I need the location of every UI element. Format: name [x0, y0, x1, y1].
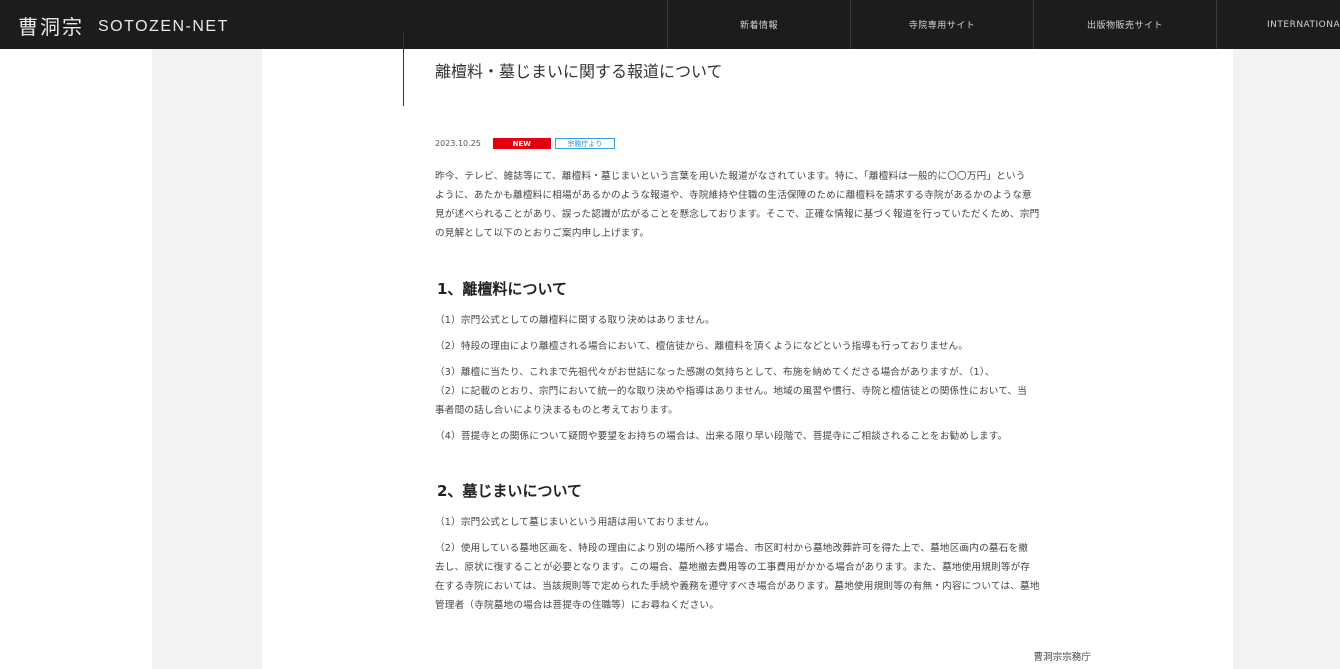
left-margin	[152, 49, 262, 669]
item-line: （3）離檀に当たり、これまで先祖代々がお世話になった感謝の気持ちとして、布施を納…	[435, 367, 995, 378]
nav-news[interactable]: 新着情報	[667, 0, 850, 49]
item-line: 在する寺院においては、当該規則等で定められた手続や義務を遵守すべき場合があります…	[435, 581, 1040, 592]
nav-publication-shop[interactable]: 出版物販売サイト	[1033, 0, 1216, 49]
section1-heading: 1、離檀料について	[437, 280, 567, 298]
left-gutter	[0, 49, 152, 669]
section2-item-2: （2）使用している墓地区画を、特段の理由により別の場所へ移す場合、市区町村から墓…	[435, 539, 1095, 615]
site-header: 曹洞宗 SOTOZEN-NET 新着情報 寺院専用サイト 出版物販売サイト IN…	[0, 0, 1340, 49]
site-logo[interactable]: 曹洞宗 SOTOZEN-NET	[18, 10, 229, 40]
article-date: 2023.10.25	[435, 139, 481, 148]
global-nav: 新着情報 寺院専用サイト 出版物販売サイト INTERNATIONAL	[667, 0, 1340, 49]
title-accent-line	[403, 32, 404, 106]
right-margin	[1233, 49, 1340, 669]
intro-line: 見が述べられることがあり、誤った認識が広がることを懸念しております。そこで、正確…	[435, 209, 1040, 220]
item-line: （2）特段の理由により離檀される場合において、檀信徒から、離檀料を頂くようになど…	[435, 341, 969, 352]
intro-line: 昨今、テレビ、雑誌等にて、離檀料・墓じまいという言葉を用いた報道がなされています…	[435, 171, 1026, 182]
item-line: （1）宗門公式としての離檀料に関する取り決めはありません。	[435, 315, 715, 326]
section1-item-3: （3）離檀に当たり、これまで先祖代々がお世話になった感謝の気持ちとして、布施を納…	[435, 363, 1095, 420]
item-line: 去し、原状に復することが必要となります。この場合、墓地撤去費用等の工事費用がかか…	[435, 562, 1031, 573]
nav-temple-site[interactable]: 寺院専用サイト	[850, 0, 1033, 49]
item-line: 事者間の話し合いにより決まるものと考えております。	[435, 405, 678, 416]
section1-item-2: （2）特段の理由により離檀される場合において、檀信徒から、離檀料を頂くようになど…	[435, 337, 1095, 356]
item-line: （2）使用している墓地区画を、特段の理由により別の場所へ移す場合、市区町村から墓…	[435, 543, 1029, 554]
logo-kanji: 曹洞宗	[18, 14, 84, 39]
article-title: 離檀料・墓じまいに関する報道について	[435, 62, 723, 81]
section1-item-4: （4）菩提寺との関係について疑問や要望をお持ちの場合は、出来る限り早い段階で、菩…	[435, 427, 1095, 446]
intro-line: ように、あたかも離檀料に相場があるかのような報道や、寺院維持や住職の生活保障のた…	[435, 190, 1032, 201]
section2-item-1: （1）宗門公式として墓じまいという用語は用いておりません。	[435, 513, 1095, 532]
item-line: 管理者（寺院墓地の場合は菩提寺の住職等）にお尋ねください。	[435, 600, 720, 611]
section1-item-1: （1）宗門公式としての離檀料に関する取り決めはありません。	[435, 311, 1095, 330]
item-line: （4）菩提寺との関係について疑問や要望をお持ちの場合は、出来る限り早い段階で、菩…	[435, 431, 1008, 442]
nav-international[interactable]: INTERNATIONAL	[1216, 0, 1340, 49]
logo-latin: SOTOZEN-NET	[98, 17, 229, 35]
category-badge[interactable]: 宗務庁より	[554, 138, 615, 149]
item-line: （1）宗門公式として墓じまいという用語は用いておりません。	[435, 517, 715, 528]
signature: 曹洞宗宗務庁	[1033, 652, 1091, 663]
article-meta: 2023.10.25 NEW 宗務庁より	[435, 137, 615, 150]
new-badge: NEW	[492, 138, 551, 149]
section2-heading: 2、墓じまいについて	[437, 482, 582, 500]
intro-line: の見解として以下のとおりご案内申し上げます。	[435, 228, 650, 239]
item-line: （2）に記載のとおり、宗門において統一的な取り決めや指導はありません。地域の風習…	[435, 386, 1028, 397]
intro-paragraph: 昨今、テレビ、雑誌等にて、離檀料・墓じまいという言葉を用いた報道がなされています…	[435, 167, 1095, 243]
